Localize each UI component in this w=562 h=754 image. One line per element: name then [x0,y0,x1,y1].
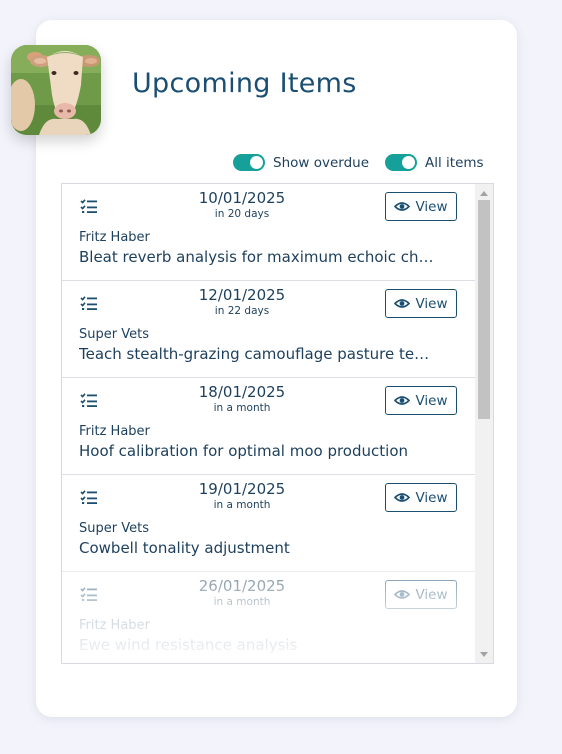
list-item: 10/01/2025 in 20 days View Fritz Haber B… [62,184,475,281]
switch-knob [402,156,416,169]
item-title: Ewe wind resistance analysis [79,636,298,654]
all-items-toggle[interactable]: All items [385,154,484,171]
all-items-label: All items [425,154,484,171]
item-owner: Super Vets [79,521,149,536]
list-item: 12/01/2025 in 22 days View Super Vets Te… [62,281,475,378]
item-relative-date: in a month [213,402,271,414]
page-title: Upcoming Items [132,68,357,99]
eye-icon [394,590,411,599]
items-container: 10/01/2025 in 20 days View Fritz Haber B… [62,184,475,663]
item-relative-date: in 22 days [214,305,270,317]
scroll-down-arrow-icon[interactable] [475,647,493,661]
upcoming-items-list[interactable]: 10/01/2025 in 20 days View Fritz Haber B… [61,183,494,664]
item-relative-date: in a month [213,499,271,511]
all-items-switch[interactable] [385,154,418,171]
switch-knob [250,156,263,169]
eye-icon [394,299,411,308]
item-title: Bleat reverb analysis for maximum echoic… [79,248,434,266]
item-date: 19/01/2025 [198,480,286,498]
list-item: 19/01/2025 in a month View Super Vets Co… [62,475,475,572]
scrollbar-thumb[interactable] [478,200,490,419]
show-overdue-switch[interactable] [233,154,265,171]
eye-icon [394,202,411,211]
item-owner: Super Vets [79,327,149,342]
scrollbar[interactable] [475,184,493,663]
item-owner: Fritz Haber [79,618,150,633]
item-title: Cowbell tonality adjustment [79,539,290,557]
item-title: Hoof calibration for optimal moo product… [79,442,408,460]
view-button-label: View [415,586,448,603]
show-overdue-toggle[interactable]: Show overdue [233,154,369,171]
view-button[interactable]: View [385,483,457,512]
view-button-label: View [415,489,448,506]
view-button-label: View [415,392,448,409]
filter-toggles: Show overdue All items [233,154,484,171]
view-button[interactable]: View [385,192,457,221]
view-button-label: View [415,198,448,215]
item-date: 12/01/2025 [198,286,286,304]
item-title: Teach stealth-grazing camouflage pasture… [79,345,430,363]
view-button[interactable]: View [385,289,457,318]
list-item: 18/01/2025 in a month View Fritz Haber H… [62,378,475,475]
view-button[interactable]: View [385,580,457,609]
view-button[interactable]: View [385,386,457,415]
item-date: 18/01/2025 [198,383,286,401]
view-button-label: View [415,295,448,312]
item-date: 10/01/2025 [198,189,286,207]
item-owner: Fritz Haber [79,424,150,439]
list-item: 26/01/2025 in a month View Fritz Haber E… [62,572,475,663]
item-relative-date: in 20 days [214,208,270,220]
eye-icon [394,396,411,405]
item-owner: Fritz Haber [79,230,150,245]
scroll-up-arrow-icon[interactable] [475,186,493,200]
show-overdue-label: Show overdue [273,154,370,171]
cow-avatar [11,45,101,135]
item-date: 26/01/2025 [198,577,286,595]
eye-icon [394,493,411,502]
item-relative-date: in a month [213,596,271,608]
